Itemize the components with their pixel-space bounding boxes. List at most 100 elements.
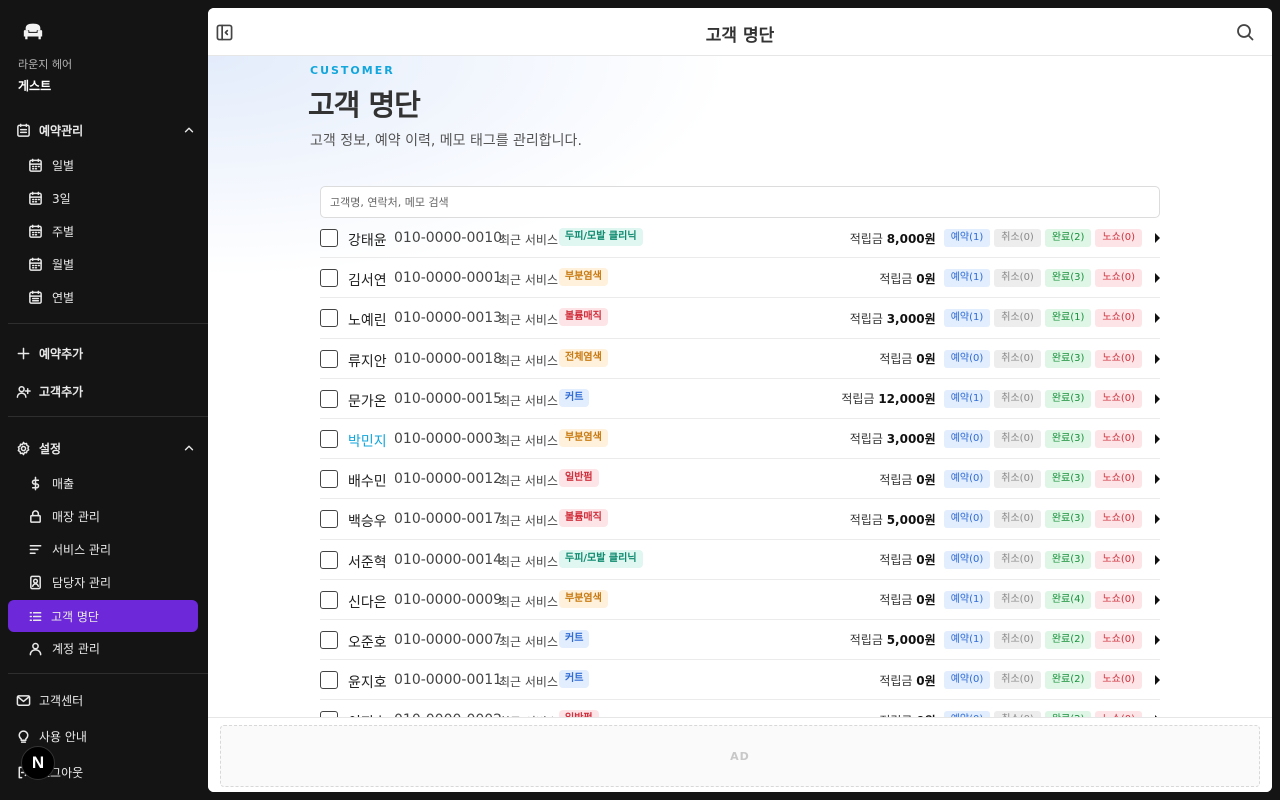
expand-arrow-icon[interactable]	[1155, 433, 1160, 444]
customer-name[interactable]: 박민지	[348, 431, 387, 451]
sidebar-item-label: 주별	[52, 224, 75, 239]
row-stats: 적립금 0원 예약(0) 취소(0) 완료(3) 노쇼(0)	[879, 349, 1160, 369]
sidebar-item-account[interactable]: 계정 관리	[28, 632, 198, 664]
expand-arrow-icon[interactable]	[1155, 353, 1160, 364]
sidebar-item-customer-list[interactable]: 고객 명단	[8, 600, 198, 632]
expand-arrow-icon[interactable]	[1155, 233, 1160, 243]
main-panel: 고객 명단 CUSTOMER 고객 명단 고객 정보, 예약 이력, 메모 태그…	[208, 8, 1272, 792]
add-customer-button[interactable]: 고객추가	[16, 375, 196, 407]
calendar-icon	[29, 191, 42, 205]
customer-row[interactable]: 배수민 010-0000-0012 최근 서비스 일반펌 적립금 0원 예약(0…	[320, 459, 1160, 500]
customer-row[interactable]: 노예린 010-0000-0013 최근 서비스 볼륨매직 적립금 3,000원…	[320, 298, 1160, 339]
sidebar-item-label: 매출	[52, 476, 75, 491]
customer-phone: 010-0000-0011	[394, 672, 503, 689]
nav-group-settings[interactable]: 설정	[16, 432, 196, 464]
sidebar-item-staff[interactable]: 담당자 관리	[28, 566, 198, 598]
customer-row[interactable]: 강태윤 010-0000-0010 최근 서비스 두피/모발 클리닉 적립금 8…	[320, 218, 1160, 259]
points: 적립금 5,000원	[850, 631, 936, 648]
customer-name[interactable]: 류지안	[348, 351, 387, 371]
search-icon[interactable]	[1236, 23, 1254, 41]
customer-row[interactable]: 오준호 010-0000-0007 최근 서비스 커트 적립금 5,000원 예…	[320, 620, 1160, 661]
chevron-up-icon[interactable]	[182, 441, 196, 455]
sidebar-item-services[interactable]: 서비스 관리	[28, 533, 198, 565]
customer-row[interactable]: 박민지 010-0000-0003 최근 서비스 부분염색 적립금 3,000원…	[320, 419, 1160, 460]
row-stats: 적립금 5,000원 예약(0) 취소(0) 완료(3) 노쇼(0)	[850, 509, 1160, 529]
customer-name[interactable]: 오준호	[348, 632, 387, 652]
customer-list-page: CUSTOMER 고객 명단 고객 정보, 예약 이력, 메모 태그를 관리합니…	[208, 56, 1272, 717]
customer-row[interactable]: 김서연 010-0000-0001 최근 서비스 부분염색 적립금 0원 예약(…	[320, 258, 1160, 299]
row-checkbox[interactable]	[320, 671, 338, 690]
sidebar-item-support[interactable]: 고객센터	[16, 684, 196, 716]
row-checkbox[interactable]	[320, 229, 338, 247]
customer-name[interactable]: 문가온	[348, 391, 387, 411]
customer-name[interactable]: 백승우	[348, 511, 387, 531]
expand-arrow-icon[interactable]	[1155, 393, 1160, 404]
chevron-up-icon[interactable]	[182, 123, 196, 137]
customer-row[interactable]: 이지호 010-0000-0002 최근 서비스 일반펌 적립금 0원 예약(0…	[320, 700, 1160, 717]
expand-arrow-icon[interactable]	[1155, 313, 1160, 324]
points-value: 5,000원	[886, 633, 936, 648]
sidebar-item-monthly[interactable]: 월별	[28, 248, 198, 280]
expand-arrow-icon[interactable]	[1155, 554, 1160, 565]
expand-arrow-icon[interactable]	[1155, 675, 1160, 686]
points: 적립금 0원	[879, 350, 935, 367]
customer-row[interactable]: 서준혁 010-0000-0014 최근 서비스 두피/모발 클리닉 적립금 0…	[320, 540, 1160, 580]
sidebar-item-yearly[interactable]: 연별	[28, 281, 198, 313]
noshow-count-badge: 노쇼(0)	[1095, 510, 1142, 529]
sidebar-item-store[interactable]: 매장 관리	[28, 500, 198, 532]
points: 적립금 0원	[879, 270, 935, 287]
sidebar-item-sales[interactable]: 매출	[28, 467, 198, 499]
row-checkbox[interactable]	[320, 590, 338, 609]
row-checkbox[interactable]	[320, 550, 338, 569]
points: 적립금 3,000원	[850, 310, 936, 327]
sidebar-item-3day[interactable]: 3일	[28, 182, 198, 214]
row-checkbox[interactable]	[320, 630, 338, 649]
customer-name[interactable]: 강태윤	[348, 230, 387, 250]
user-name: 게스트	[18, 79, 52, 93]
nav-group-reservation[interactable]: 예약관리	[16, 114, 196, 146]
customer-phone: 010-0000-0013	[394, 310, 503, 327]
customer-name[interactable]: 김서연	[348, 270, 387, 290]
customer-row[interactable]: 백승우 010-0000-0017 최근 서비스 볼륨매직 적립금 5,000원…	[320, 499, 1160, 540]
completed-count-badge: 완료(2)	[1044, 671, 1092, 690]
row-checkbox[interactable]	[320, 349, 338, 368]
customer-phone: 010-0000-0009	[394, 591, 503, 608]
reserved-count-badge: 예약(0)	[943, 550, 991, 569]
customer-search-input[interactable]	[320, 186, 1160, 218]
customer-name[interactable]: 서준혁	[348, 552, 387, 572]
customer-phone: 010-0000-0001	[394, 270, 503, 287]
calendar-list-icon	[17, 123, 30, 137]
customer-row[interactable]: 문가온 010-0000-0015 최근 서비스 커트 적립금 12,000원 …	[320, 379, 1160, 419]
customer-row[interactable]: 류지안 010-0000-0018 최근 서비스 전체염색 적립금 0원 예약(…	[320, 339, 1160, 379]
nav-group-label: 설정	[39, 441, 62, 456]
row-checkbox[interactable]	[320, 470, 338, 489]
row-checkbox[interactable]	[320, 429, 338, 448]
canceled-count-badge: 취소(0)	[994, 630, 1041, 649]
reserved-count-badge: 예약(1)	[943, 630, 991, 649]
sidebar-item-weekly[interactable]: 주별	[28, 215, 198, 247]
reserved-count-badge: 예약(0)	[943, 429, 991, 448]
row-checkbox[interactable]	[320, 269, 338, 288]
points-label: 적립금	[879, 271, 913, 286]
customer-phone: 010-0000-0010	[394, 230, 503, 246]
customer-name[interactable]: 노예린	[348, 310, 387, 330]
row-checkbox[interactable]	[320, 510, 338, 529]
customer-name[interactable]: 윤지호	[348, 672, 387, 692]
expand-arrow-icon[interactable]	[1155, 273, 1160, 284]
add-reservation-button[interactable]: 예약추가	[16, 337, 196, 369]
expand-arrow-icon[interactable]	[1155, 514, 1160, 525]
n-badge[interactable]: N	[21, 746, 55, 780]
customer-row[interactable]: 윤지호 010-0000-0011 최근 서비스 커트 적립금 0원 예약(0)…	[320, 660, 1160, 701]
customer-name[interactable]: 배수민	[348, 471, 387, 491]
customer-name[interactable]: 신다은	[348, 592, 387, 612]
expand-arrow-icon[interactable]	[1155, 594, 1160, 605]
sidebar-item-daily[interactable]: 일별	[28, 149, 198, 181]
customer-row[interactable]: 신다은 010-0000-0009 최근 서비스 부분염색 적립금 0원 예약(…	[320, 580, 1160, 620]
row-checkbox[interactable]	[320, 309, 338, 328]
recent-service-label: 최근 서비스	[499, 634, 559, 649]
expand-arrow-icon[interactable]	[1155, 474, 1160, 485]
row-checkbox[interactable]	[320, 389, 338, 408]
expand-arrow-icon[interactable]	[1155, 634, 1160, 645]
canceled-count-badge: 취소(0)	[994, 309, 1041, 328]
store-name: 라운지 헤어	[18, 58, 73, 71]
